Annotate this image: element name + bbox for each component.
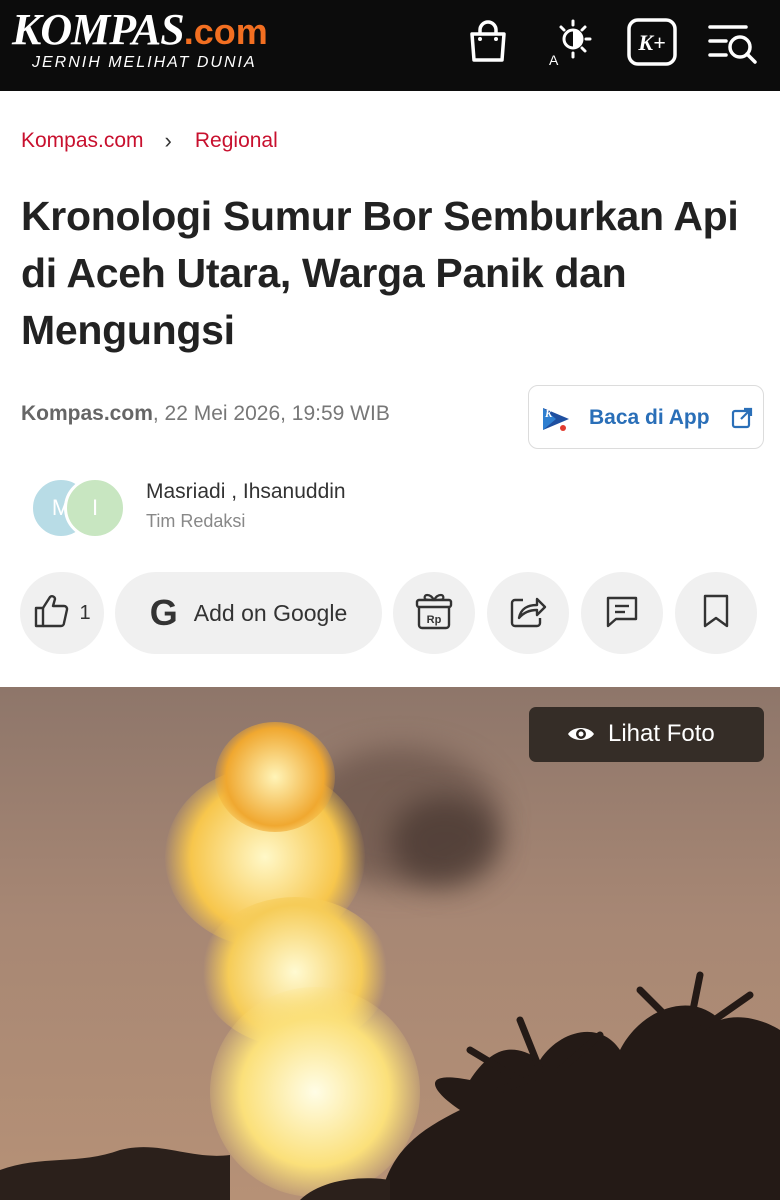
kompas-app-icon: K (541, 404, 571, 439)
add-on-google-button[interactable]: G Add on Google (115, 572, 382, 654)
share-icon (509, 594, 547, 633)
eye-icon (566, 723, 596, 750)
view-photo-button[interactable]: Lihat Foto (529, 707, 764, 762)
breadcrumb-home-link[interactable]: Kompas.com (21, 129, 144, 153)
author-avatar-i[interactable]: I (64, 477, 126, 539)
logo-tagline: JERNIH MELIHAT DUNIA (32, 54, 257, 71)
author-names[interactable]: Masriadi , Ihsanuddin (146, 480, 346, 504)
svg-text:A: A (549, 52, 559, 67)
google-icon: G (149, 592, 178, 633)
article-source[interactable]: Kompas.com (21, 402, 153, 425)
app-logo-letter: K (544, 408, 553, 420)
kompas-logo[interactable]: KOMPAS.com JERNIH MELIHAT DUNIA (12, 5, 268, 72)
bookmark-button[interactable] (675, 572, 757, 654)
external-link-icon (731, 407, 753, 434)
article-meta: Kompas.com, 22 Mei 2026, 19:59 WIB (21, 402, 390, 426)
like-button[interactable]: 1 (20, 572, 104, 654)
gift-support-button[interactable]: Rp (393, 572, 475, 654)
article-datetime: , 22 Mei 2026, 19:59 WIB (152, 402, 390, 425)
logo-main-text: KOMPAS (12, 5, 185, 54)
comment-button[interactable] (581, 572, 663, 654)
read-in-app-button[interactable]: K Baca di App (528, 385, 764, 449)
gift-label: Rp (427, 614, 442, 626)
breadcrumb-regional-link[interactable]: Regional (195, 129, 278, 153)
palm-tree-silhouettes (0, 971, 780, 1200)
comment-icon (604, 594, 640, 633)
kompas-plus-icon[interactable]: K+ (624, 14, 680, 70)
smoke-plume (390, 797, 500, 887)
thumbs-up-icon (33, 594, 69, 633)
share-button[interactable] (487, 572, 569, 654)
view-photo-label: Lihat Foto (608, 720, 715, 747)
kplus-label: K+ (637, 30, 665, 55)
author-team: Tim Redaksi (146, 511, 246, 531)
breadcrumb: Kompas.com › Regional (21, 128, 278, 154)
article-photo[interactable]: Lihat Foto (0, 687, 780, 1200)
breadcrumb-separator: › (164, 128, 172, 153)
bookmark-icon (701, 593, 731, 634)
article-title: Kronologi Sumur Bor Semburkan Api di Ace… (21, 193, 739, 353)
add-on-google-label: Add on Google (193, 599, 348, 626)
like-count: 1 (79, 601, 91, 624)
top-header: KOMPAS.com JERNIH MELIHAT DUNIA A K+ (0, 0, 780, 91)
search-menu-icon[interactable] (706, 14, 762, 70)
shopping-bag-icon[interactable] (460, 14, 516, 70)
logo-suffix-text: .com (183, 11, 268, 52)
theme-toggle-icon[interactable]: A (542, 14, 598, 70)
read-in-app-label: Baca di App (589, 406, 710, 429)
gift-rupiah-icon: Rp (414, 591, 454, 636)
